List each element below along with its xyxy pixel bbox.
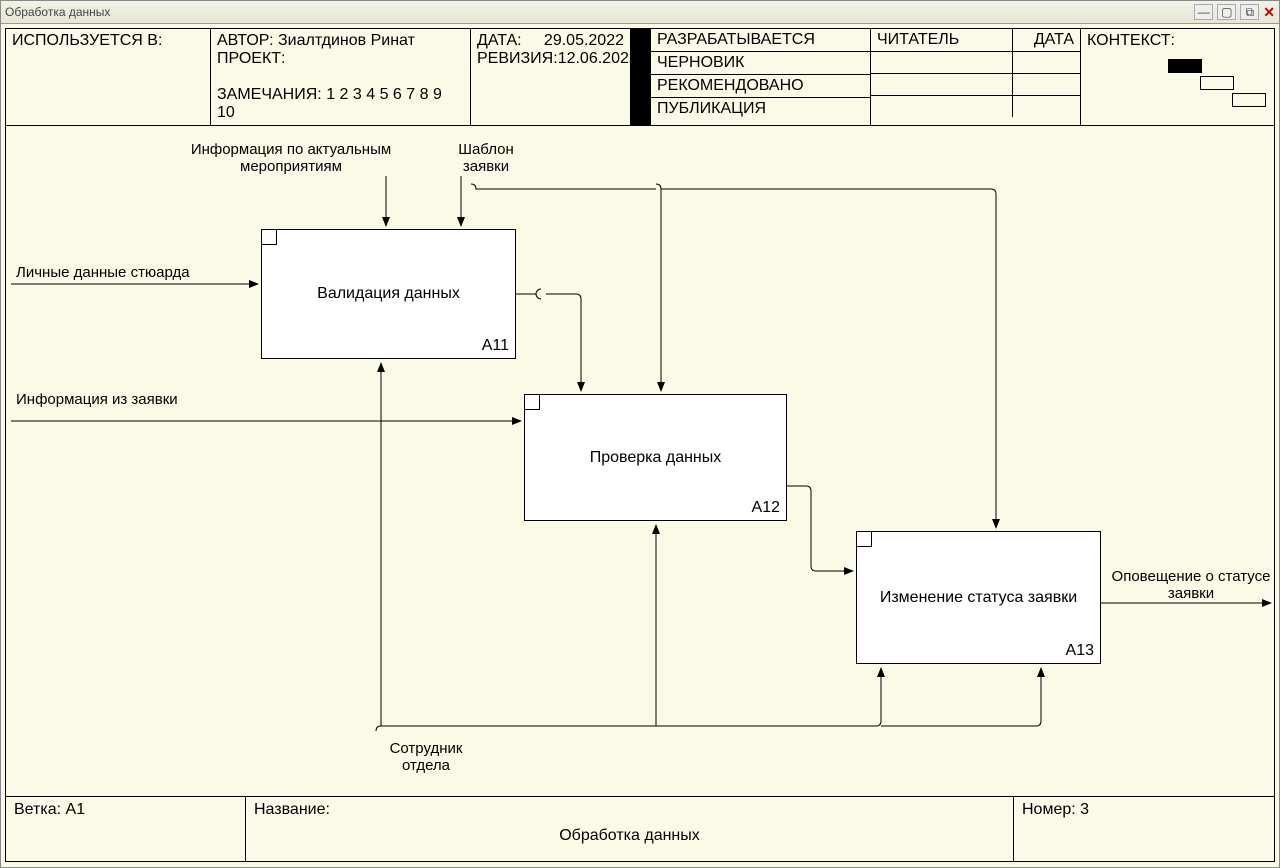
arrow-label-template: Шаблонзаявки: [446, 141, 526, 175]
author-value: Зиалтдинов Ринат: [278, 32, 415, 49]
diagram-window: Обработка данных — ▢ ⧉ ✕ ИСПОЛЬЗУЕТСЯ В:…: [0, 0, 1280, 868]
node-a12-code: A12: [752, 499, 780, 517]
arrow-label-app-info: Информация из заявки: [16, 391, 178, 408]
footer-block: Ветка: A1 Название: Обработка данных Ном…: [5, 797, 1275, 862]
status-cell: РАЗРАБАТЫВАЕТСЯ ЧЕРНОВИК РЕКОМЕНДОВАНО П…: [651, 29, 871, 125]
node-a13-title: Изменение статуса заявки: [869, 589, 1088, 607]
title-cell: Название: Обработка данных: [246, 797, 1014, 861]
reader-label: ЧИТАТЕЛЬ: [877, 31, 959, 48]
diagram-canvas[interactable]: Информация по актуальныммероприятиям Шаб…: [5, 126, 1275, 797]
number-label: Номер:: [1022, 801, 1076, 818]
titlebar[interactable]: Обработка данных — ▢ ⧉ ✕: [1, 1, 1279, 24]
minimize-icon[interactable]: —: [1194, 4, 1213, 20]
branch-value: A1: [66, 801, 86, 818]
rev-label: РЕВИЗИЯ:: [477, 50, 558, 68]
window-title: Обработка данных: [5, 5, 110, 19]
arrow-label-employee: Сотрудникотдела: [376, 740, 476, 774]
restore-icon[interactable]: ⧉: [1240, 4, 1259, 20]
node-a12[interactable]: Проверка данных A12: [524, 394, 787, 521]
notes-label: ЗАМЕЧАНИЯ:: [217, 86, 322, 103]
status-developing: РАЗРАБАТЫВАЕТСЯ: [657, 31, 815, 49]
node-a13-code: A13: [1066, 642, 1094, 660]
title-label: Название:: [254, 801, 330, 818]
used-in-cell: ИСПОЛЬЗУЕТСЯ В:: [6, 29, 211, 125]
status-marker: [631, 29, 651, 125]
status-publication: ПУБЛИКАЦИЯ: [657, 100, 766, 118]
header-block: ИСПОЛЬЗУЕТСЯ В: АВТОР: Зиалтдинов Ринат …: [5, 28, 1275, 126]
used-in-label: ИСПОЛЬЗУЕТСЯ В:: [12, 32, 162, 49]
branch-label: Ветка:: [14, 801, 61, 818]
author-project-cell: АВТОР: Зиалтдинов Ринат ПРОЕКТ: ЗАМЕЧАНИ…: [211, 29, 471, 125]
context-cell: КОНТЕКСТ:: [1081, 29, 1274, 125]
rev-value: 12.06.2022: [558, 50, 638, 68]
context-label: КОНТЕКСТ:: [1087, 32, 1175, 49]
status-recommended: РЕКОМЕНДОВАНО: [657, 77, 804, 95]
node-a12-title: Проверка данных: [538, 449, 773, 467]
status-draft: ЧЕРНОВИК: [657, 54, 745, 72]
branch-cell: Ветка: A1: [6, 797, 246, 861]
node-a11[interactable]: Валидация данных A11: [261, 229, 516, 359]
reader-date-label: ДАТА: [1034, 31, 1074, 48]
project-label: ПРОЕКТ:: [217, 50, 285, 67]
arrow-label-personal-data: Личные данные стюарда: [16, 264, 190, 281]
context-icon: [1168, 59, 1266, 110]
close-icon[interactable]: ✕: [1263, 4, 1275, 21]
node-a13[interactable]: Изменение статуса заявки A13: [856, 531, 1101, 664]
date-cell: ДАТА:29.05.2022 РЕВИЗИЯ:12.06.2022: [471, 29, 631, 125]
date-value: 29.05.2022: [544, 32, 624, 50]
maximize-icon[interactable]: ▢: [1217, 4, 1236, 20]
date-label: ДАТА:: [477, 32, 522, 50]
node-a11-title: Валидация данных: [275, 285, 503, 303]
arrow-label-info-events: Информация по актуальныммероприятиям: [186, 141, 396, 175]
window-controls: — ▢ ⧉ ✕: [1194, 4, 1275, 21]
number-value: 3: [1080, 801, 1089, 818]
number-cell: Номер: 3: [1014, 797, 1274, 861]
node-a11-code: A11: [482, 337, 509, 355]
arrow-label-notify: Оповещение о статусезаявки: [1106, 568, 1276, 602]
reader-cell: ЧИТАТЕЛЬ ДАТА: [871, 29, 1081, 125]
author-label: АВТОР:: [217, 32, 274, 49]
title-value: Обработка данных: [559, 827, 700, 844]
